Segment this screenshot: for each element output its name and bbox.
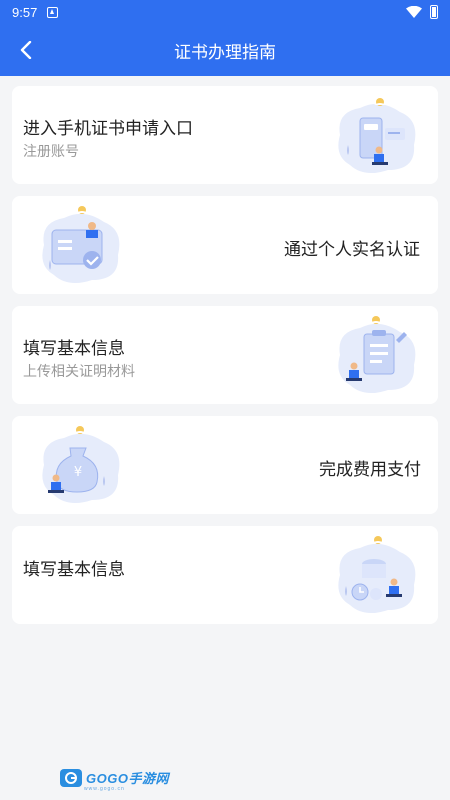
phone-registration-illustration (338, 98, 416, 174)
app-header: 证书办理指南 (0, 24, 450, 76)
chevron-left-icon (20, 41, 32, 59)
step-card-basic-info-upload[interactable]: 填写基本信息 上传相关证明材料 (12, 306, 438, 404)
wifi-icon (406, 6, 422, 18)
page-title: 证书办理指南 (174, 42, 276, 63)
step-subtitle: 注册账号 (23, 144, 79, 160)
certificate-processing-illustration (338, 536, 416, 614)
step-subtitle: 上传相关证明材料 (23, 364, 135, 380)
status-icons (406, 5, 438, 19)
battery-icon (430, 5, 438, 19)
id-verification-illustration (42, 206, 120, 284)
status-bar: 9:57 (0, 0, 450, 24)
money-bag-illustration: ¥ (42, 426, 120, 504)
step-card-apply-entry[interactable]: 进入手机证书申请入口 注册账号 (12, 86, 438, 184)
clipboard-form-illustration (338, 316, 416, 394)
gogo-logo-icon (60, 768, 82, 787)
step-card-payment[interactable]: ¥ 完成费用支付 (12, 416, 438, 514)
status-time: 9:57 (12, 4, 38, 20)
step-title: 填写基本信息 (23, 560, 125, 580)
watermark-subtext: www.gogo.cn (84, 786, 125, 792)
step-title: 通过个人实名认证 (284, 240, 420, 260)
step-title: 完成费用支付 (319, 460, 421, 480)
site-watermark: GOGO手游网 www.gogo.cn (60, 768, 169, 792)
back-button[interactable] (8, 32, 44, 68)
svg-text:¥: ¥ (74, 465, 82, 480)
step-card-identity-verification[interactable]: 通过个人实名认证 (12, 196, 438, 294)
step-title: 进入手机证书申请入口 (23, 119, 193, 139)
step-card-basic-info[interactable]: 填写基本信息 (12, 526, 438, 624)
notification-icon (47, 6, 59, 18)
step-title: 填写基本信息 (23, 339, 125, 359)
watermark-text: GOGO手游网 (86, 771, 169, 786)
